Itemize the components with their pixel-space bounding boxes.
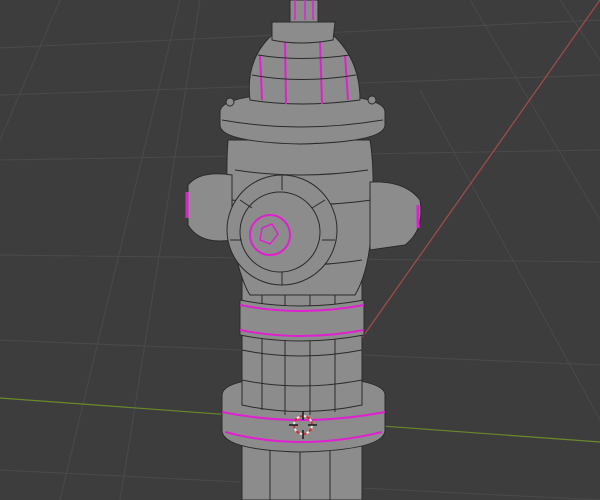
viewport-canvas[interactable] — [0, 0, 600, 500]
hydrant-mesh[interactable] — [185, 0, 422, 500]
bolt — [367, 95, 377, 105]
3d-viewport[interactable] — [0, 0, 600, 500]
bolt — [225, 97, 235, 107]
